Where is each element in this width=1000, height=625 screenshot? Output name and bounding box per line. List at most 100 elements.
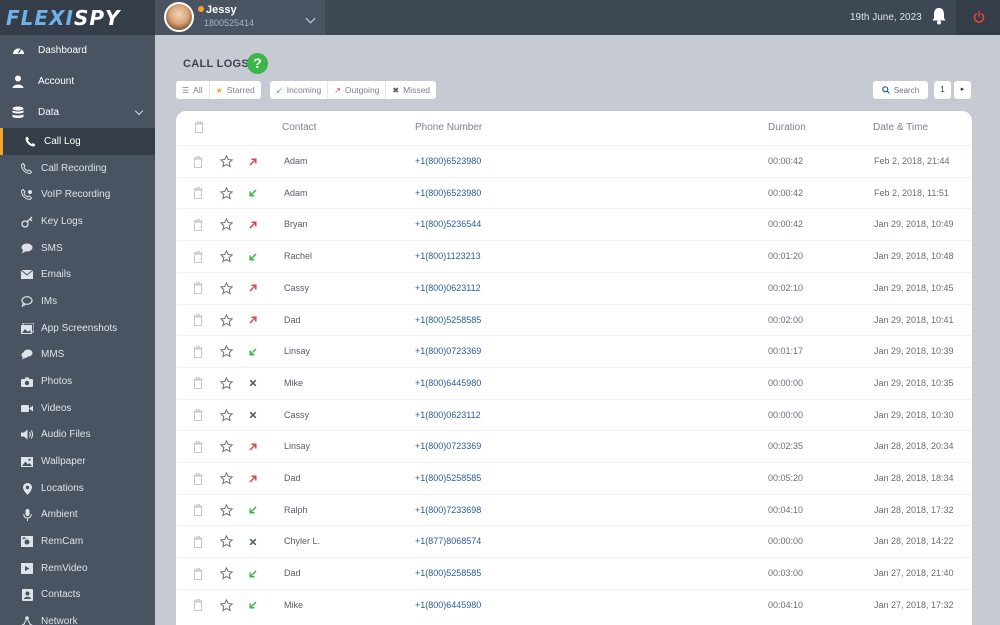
column-header-phone[interactable]: Phone Number xyxy=(415,122,482,133)
table-row[interactable]: Ralph +1(800)7233698 00:04:10 Jan 28, 2018,… xyxy=(177,493,971,526)
star-icon[interactable] xyxy=(220,463,234,494)
sidebar-item-photos[interactable]: Photos xyxy=(0,368,155,395)
trash-icon[interactable] xyxy=(193,558,205,589)
trash-icon[interactable] xyxy=(193,526,205,557)
column-header-datetime[interactable]: Date & Time xyxy=(873,122,928,133)
contact-name[interactable]: Cassy xyxy=(284,400,309,431)
contact-name[interactable]: Bryan xyxy=(284,209,308,240)
sidebar-item-key-logs[interactable]: Key Logs xyxy=(0,208,155,235)
contact-name[interactable]: Ralph xyxy=(284,495,308,526)
sidebar-item-remcam[interactable]: RemCam xyxy=(0,528,155,555)
filter-outgoing-button[interactable]: ↗ Outgoing xyxy=(328,81,387,99)
filter-all-button[interactable]: ☰ All xyxy=(176,81,210,99)
trash-icon[interactable] xyxy=(194,121,204,133)
sidebar-item-emails[interactable]: Emails xyxy=(0,261,155,288)
trash-icon[interactable] xyxy=(193,209,205,240)
star-icon[interactable] xyxy=(220,146,234,177)
phone-number-link[interactable]: +1(800)6445980 xyxy=(415,590,481,621)
star-icon[interactable] xyxy=(220,209,234,240)
phone-number-link[interactable]: +1(800)5258585 xyxy=(415,558,481,589)
star-icon[interactable] xyxy=(220,305,234,336)
star-icon[interactable] xyxy=(220,495,234,526)
table-row[interactable]: Adam +1(800)6523980 00:00:42 Feb 2, 2018, 2… xyxy=(177,145,971,177)
sidebar-item-ims[interactable]: IMs xyxy=(0,288,155,315)
contact-name[interactable]: Mike xyxy=(284,368,303,399)
contact-name[interactable]: Rachel xyxy=(284,241,312,272)
trash-icon[interactable] xyxy=(193,400,205,431)
sidebar-item-data[interactable]: Data xyxy=(0,99,155,126)
star-icon[interactable] xyxy=(220,368,234,399)
phone-number-link[interactable]: +1(800)0723369 xyxy=(415,336,481,367)
contact-name[interactable]: Cassy xyxy=(284,273,309,304)
filter-incoming-button[interactable]: ↙ Incoming xyxy=(270,81,329,99)
page-number-button[interactable]: 1 xyxy=(934,81,951,99)
trash-icon[interactable] xyxy=(193,463,205,494)
next-page-button[interactable]: ▸ xyxy=(954,81,971,99)
table-row[interactable]: Dad +1(800)5258585 00:05:20 Jan 28, 2018, 1… xyxy=(177,462,971,494)
sidebar-item-videos[interactable]: Videos xyxy=(0,395,155,422)
phone-number-link[interactable]: +1(800)5258585 xyxy=(415,463,481,494)
trash-icon[interactable] xyxy=(193,495,205,526)
table-row[interactable]: Dad +1(800)5258585 00:03:00 Jan 27, 2018, 2… xyxy=(177,557,971,589)
star-icon[interactable] xyxy=(220,431,234,462)
table-row[interactable]: Dad +1(800)5258585 00:02:00 Jan 29, 2018, 1… xyxy=(177,303,971,336)
filter-starred-button[interactable]: ★ Starred xyxy=(210,81,261,99)
filter-missed-button[interactable]: ✖ Missed xyxy=(386,81,436,99)
sidebar-item-wallpaper[interactable]: Wallpaper xyxy=(0,448,155,475)
sidebar-item-network[interactable]: Network xyxy=(0,608,155,625)
contact-name[interactable]: Adam xyxy=(284,146,308,177)
star-icon[interactable] xyxy=(220,273,234,304)
star-icon[interactable] xyxy=(220,526,234,557)
phone-number-link[interactable]: +1(800)5258585 xyxy=(415,305,481,336)
star-icon[interactable] xyxy=(220,590,234,621)
search-button[interactable]: Search xyxy=(873,81,928,99)
brand-logo[interactable]: FLEXISPY xyxy=(6,6,120,30)
star-icon[interactable] xyxy=(220,241,234,272)
phone-number-link[interactable]: +1(800)6445980 xyxy=(415,368,481,399)
table-row[interactable]: Rachel +1(800)1123213 00:01:20 Jan 29, 2018… xyxy=(177,240,971,272)
star-icon[interactable] xyxy=(220,558,234,589)
contact-name[interactable]: Chyler L. xyxy=(284,526,320,557)
table-row[interactable]: Adam +1(800)6523980 00:00:42 Feb 2, 2018, 1… xyxy=(177,176,971,209)
trash-icon[interactable] xyxy=(193,146,205,177)
sidebar-item-call-recording[interactable]: Call Recording xyxy=(0,155,155,182)
sidebar-item-voip-recording[interactable]: VoIP Recording xyxy=(0,181,155,208)
contact-name[interactable]: Linsay xyxy=(284,431,310,462)
sidebar-item-sms[interactable]: SMS xyxy=(0,235,155,262)
trash-icon[interactable] xyxy=(193,305,205,336)
phone-number-link[interactable]: +1(800)1123213 xyxy=(415,241,481,272)
table-row[interactable]: Mike +1(800)6445980 00:00:00 Jan 29, 2018, … xyxy=(177,366,971,399)
bell-icon[interactable] xyxy=(931,7,947,25)
column-header-duration[interactable]: Duration xyxy=(768,122,806,133)
trash-icon[interactable] xyxy=(193,336,205,367)
contact-name[interactable]: Adam xyxy=(284,178,308,209)
trash-icon[interactable] xyxy=(193,431,205,462)
phone-number-link[interactable]: +1(800)6523980 xyxy=(415,146,481,177)
phone-number-link[interactable]: +1(800)6523980 xyxy=(415,178,481,209)
user-menu[interactable]: Jessy 1800525414 xyxy=(155,0,325,35)
sidebar-item-remvideo[interactable]: RemVideo xyxy=(0,555,155,582)
phone-number-link[interactable]: +1(800)0723369 xyxy=(415,431,481,462)
table-row[interactable]: Cassy +1(800)0623112 00:02:10 Jan 29, 2018,… xyxy=(177,271,971,304)
trash-icon[interactable] xyxy=(193,590,205,621)
sidebar-item-ambient[interactable]: Ambient xyxy=(0,501,155,528)
star-icon[interactable] xyxy=(220,400,234,431)
contact-name[interactable]: Dad xyxy=(284,305,301,336)
trash-icon[interactable] xyxy=(193,368,205,399)
help-button[interactable]: ? xyxy=(247,53,268,74)
contact-name[interactable]: Linsay xyxy=(284,336,310,367)
phone-number-link[interactable]: +1(800)5236544 xyxy=(415,209,481,240)
sidebar-item-account[interactable]: Account xyxy=(0,68,155,95)
sidebar-item-contacts[interactable]: Contacts xyxy=(0,581,155,608)
trash-icon[interactable] xyxy=(193,241,205,272)
contact-name[interactable]: Dad xyxy=(284,463,301,494)
phone-number-link[interactable]: +1(800)0623112 xyxy=(415,400,481,431)
trash-icon[interactable] xyxy=(193,273,205,304)
table-row[interactable]: Chyler L. +1(877)8068574 00:00:00 Jan 28, 2… xyxy=(177,525,971,557)
phone-number-link[interactable]: +1(800)7233698 xyxy=(415,495,481,526)
table-row[interactable]: Mike +1(800)6445980 00:04:10 Jan 27, 2018, … xyxy=(177,588,971,621)
sidebar-item-audio-files[interactable]: Audio Files xyxy=(0,421,155,448)
phone-number-link[interactable]: +1(800)0623112 xyxy=(415,273,481,304)
table-row[interactable]: Bryan +1(800)5236544 00:00:42 Jan 29, 2018,… xyxy=(177,208,971,240)
sidebar-item-locations[interactable]: Locations xyxy=(0,475,155,502)
